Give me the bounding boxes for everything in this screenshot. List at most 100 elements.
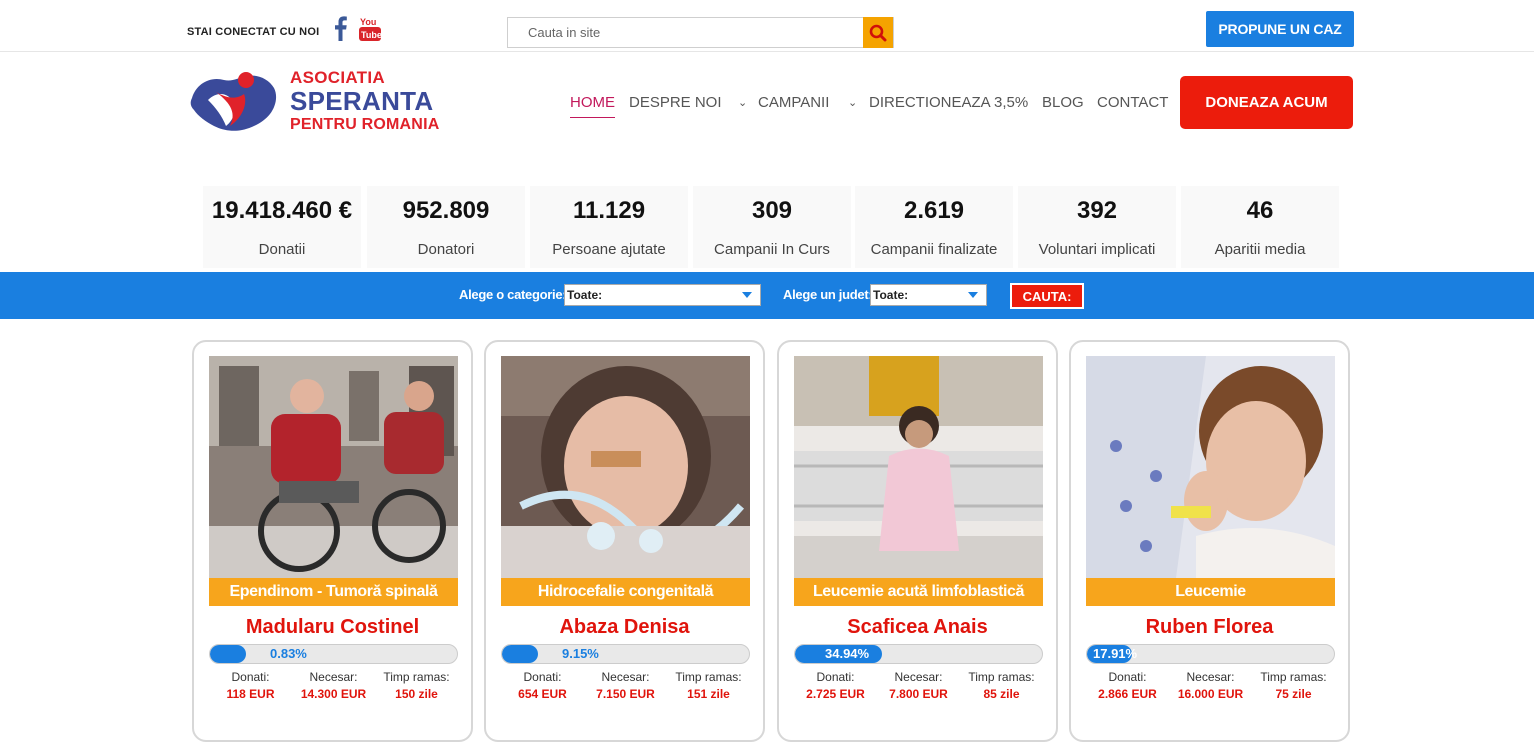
donated-col: Donati: 2.866 EUR [1086,670,1169,701]
stat-value: 2.619 [903,197,965,224]
logo-line-3: PENTRU ROMANIA [290,116,440,133]
time-label: Timp ramas: [968,670,1035,684]
time-col: Timp ramas: 85 zile [960,670,1043,701]
county-label: Alege un judet: [783,287,873,302]
youtube-icon[interactable]: You Tube [359,16,382,42]
time-value: 75 zile [1275,687,1312,701]
progress-bar: 0.83% [209,644,458,664]
stat-label: Donatii [258,241,306,258]
stat-volunteers: 392 Voluntari implicati [1018,186,1176,268]
campaign-stats: Donati: 118 EUR Necesar: 14.300 EUR Timp… [209,670,458,710]
campaign-card[interactable]: Leucemie Ruben Florea 17.91% Donati: 2.8… [1069,340,1350,742]
stat-label: Campanii In Curs [714,241,830,258]
dropdown-arrow-icon [968,292,978,298]
search-button[interactable] [863,17,893,48]
donated-value: 2.866 EUR [1098,687,1157,701]
search-input[interactable] [508,18,864,47]
stat-people-helped: 11.129 Persoane ajutate [530,186,688,268]
stat-label: Persoane ajutate [552,241,666,258]
needed-label: Necesar: [601,670,650,684]
campaign-photo[interactable] [501,356,750,578]
svg-text:Tube: Tube [361,30,381,40]
campaign-name[interactable]: Ruben Florea [1071,616,1348,639]
stat-value: 19.418.460 € [211,197,353,224]
nav-home[interactable]: HOME [570,94,615,118]
donated-col: Donati: 118 EUR [209,670,292,701]
donate-now-button[interactable]: DONEAZA ACUM [1180,76,1353,129]
campaign-stats: Donati: 2.725 EUR Necesar: 7.800 EUR Tim… [794,670,1043,710]
campaign-name[interactable]: Madularu Costinel [194,616,471,639]
nav-blog[interactable]: BLOG [1042,94,1084,111]
stat-label: Campanii finalizate [870,241,998,258]
chevron-down-icon[interactable]: ⌄ [738,96,747,109]
filter-search-button[interactable]: CAUTA: [1010,283,1084,309]
campaign-card[interactable]: Leucemie acută limfoblastică Scaficea An… [777,340,1058,742]
time-value: 85 zile [983,687,1020,701]
facebook-icon[interactable] [332,15,348,41]
search-icon [869,24,887,41]
stat-value: 952.809 [402,197,490,224]
stat-value: 309 [751,197,793,224]
progress-text: 34.94% [825,646,870,661]
nav-contact[interactable]: CONTACT [1097,94,1168,111]
logo-line-2: SPERANTA [290,86,434,116]
donated-col: Donati: 2.725 EUR [794,670,877,701]
campaign-card[interactable]: Ependinom - Tumoră spinală Madularu Cost… [192,340,473,742]
nav-directioneaza[interactable]: DIRECTIONEAZA 3,5% [869,94,1028,111]
progress-bar: 9.15% [501,644,750,664]
county-select-value: Toate: [873,288,909,302]
campaign-photo[interactable] [1086,356,1335,578]
campaign-card[interactable]: Hidrocefalie congenitală Abaza Denisa 9.… [484,340,765,742]
stat-label: Donatori [417,241,475,258]
logo-mark-icon [190,72,277,131]
stat-media: 46 Aparitii media [1181,186,1339,268]
category-select[interactable]: Toate: [564,284,761,306]
progress-text: 9.15% [562,646,599,661]
nav-despre-noi[interactable]: DESPRE NOI [629,94,722,111]
chevron-down-icon[interactable]: ⌄ [848,96,857,109]
stat-value: 392 [1076,197,1118,224]
needed-col: Necesar: 7.800 EUR [877,670,960,701]
logo-line-1: ASOCIATIA [290,68,385,87]
stat-label: Voluntari implicati [1038,241,1156,258]
progress-text: 0.83% [270,646,307,661]
stat-active-campaigns: 309 Campanii In Curs [693,186,851,268]
donated-value: 654 EUR [518,687,567,701]
campaign-name[interactable]: Abaza Denisa [486,616,763,639]
stat-donations: 19.418.460 € Donatii [203,186,361,268]
donated-label: Donati: [523,670,562,684]
dropdown-arrow-icon [742,292,752,298]
progress-text: 17.91% [1093,646,1138,661]
donated-value: 2.725 EUR [806,687,865,701]
donated-col: Donati: 654 EUR [501,670,584,701]
needed-label: Necesar: [1186,670,1235,684]
needed-label: Necesar: [309,670,358,684]
time-value: 151 zile [687,687,730,701]
time-label: Timp ramas: [383,670,450,684]
needed-col: Necesar: 16.000 EUR [1169,670,1252,701]
campaign-stats: Donati: 654 EUR Necesar: 7.150 EUR Timp … [501,670,750,710]
campaign-photo[interactable] [794,356,1043,578]
campaign-photo[interactable] [209,356,458,578]
nav-campanii[interactable]: CAMPANII [758,94,829,111]
category-select-value: Toate: [567,288,603,302]
stat-label: Aparitii media [1214,241,1306,258]
site-search [507,17,894,48]
logo[interactable]: ASOCIATIA SPERANTA PENTRU ROMANIA [186,68,456,136]
stat-value: 46 [1246,197,1274,224]
top-bar: STAI CONECTAT CU NOI You Tube PROPUNE UN… [0,0,1534,52]
county-select[interactable]: Toate: [870,284,987,306]
progress-fill [210,645,246,663]
needed-col: Necesar: 7.150 EUR [584,670,667,701]
time-col: Timp ramas: 75 zile [1252,670,1335,701]
connect-text: STAI CONECTAT CU NOI [187,26,320,38]
campaign-name[interactable]: Scaficea Anais [779,616,1056,639]
stat-finished-campaigns: 2.619 Campanii finalizate [855,186,1013,268]
donated-value: 118 EUR [226,687,275,701]
stat-donors: 952.809 Donatori [367,186,525,268]
needed-value: 16.000 EUR [1177,687,1244,701]
needed-label: Necesar: [894,670,943,684]
time-label: Timp ramas: [675,670,742,684]
propose-case-button[interactable]: PROPUNE UN CAZ [1206,11,1354,47]
svg-text:You: You [360,17,376,27]
